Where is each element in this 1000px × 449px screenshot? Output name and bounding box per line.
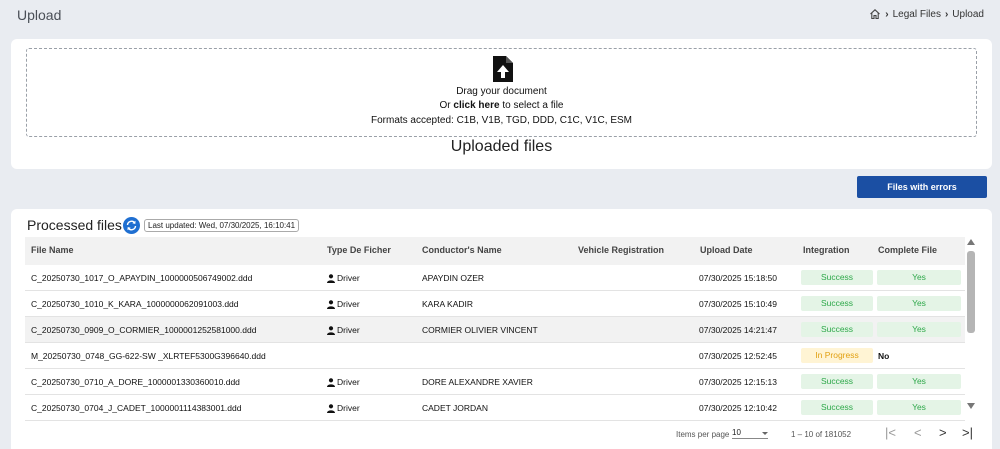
conductor-cell: KARA KADIR	[422, 299, 474, 309]
scrollbar-thumb[interactable]	[967, 251, 975, 333]
files-with-errors-button[interactable]: Files with errors	[857, 176, 987, 198]
table-row[interactable]: C_20250730_1010_K_KARA_1000000062091003.…	[25, 291, 965, 317]
conductor-cell: CADET JORDAN	[422, 403, 488, 413]
column-header-upload-date[interactable]: Upload Date	[700, 245, 753, 255]
user-icon	[327, 299, 335, 309]
table-header: File Name Type De Ficher Conductor's Nam…	[25, 237, 965, 265]
upload-date-cell: 07/30/2025 12:10:42	[699, 403, 777, 413]
table-row[interactable]: C_20250730_0710_A_DORE_1000001330360010.…	[25, 369, 965, 395]
column-header-type[interactable]: Type De Ficher	[327, 245, 391, 255]
user-icon	[327, 325, 335, 335]
home-icon[interactable]	[869, 8, 881, 20]
items-per-page-value: 10	[732, 428, 741, 437]
or-prefix: Or	[439, 100, 451, 111]
user-icon	[327, 403, 335, 413]
column-header-file-name[interactable]: File Name	[31, 245, 74, 255]
accepted-formats: Formats accepted: C1B, V1B, TGD, DDD, C1…	[370, 115, 632, 126]
table-row[interactable]: C_20250730_0909_O_CORMIER_10000012525810…	[25, 317, 965, 343]
refresh-icon[interactable]	[123, 217, 140, 234]
chevron-down-icon	[762, 432, 768, 435]
integration-status-badge: Success	[801, 296, 873, 311]
integration-status-badge: Success	[801, 270, 873, 285]
breadcrumb-separator: ›	[944, 8, 949, 20]
upload-date-cell: 07/30/2025 14:21:47	[699, 325, 777, 335]
file-dropzone[interactable]: Drag your document Or click here to sele…	[26, 48, 977, 137]
first-page-icon[interactable]: |<	[885, 425, 896, 440]
table-row[interactable]: C_20250730_0704_J_CADET_1000001114383001…	[25, 395, 965, 421]
type-label: Driver	[337, 299, 360, 309]
file-name-cell: C_20250730_0704_J_CADET_1000001114383001…	[31, 403, 242, 413]
page-range-label: 1 – 10 of 181052	[791, 430, 852, 439]
type-label: Driver	[337, 325, 360, 335]
file-name-cell: C_20250730_1017_O_APAYDIN_10000005067490…	[31, 273, 253, 283]
complete-file-badge: Yes	[877, 270, 961, 285]
integration-status-badge: Success	[801, 400, 873, 415]
page-title: Upload	[17, 7, 62, 23]
user-icon	[327, 273, 335, 283]
next-page-icon[interactable]: >	[939, 425, 947, 440]
last-page-icon[interactable]: >|	[962, 425, 973, 440]
type-label: Driver	[337, 273, 360, 283]
select-file-text: Or click here to select a file	[27, 100, 976, 111]
items-per-page-select[interactable]: 10	[732, 428, 768, 439]
paginator: Items per page 10 1 – 10 of 181052 |< < …	[671, 425, 981, 445]
integration-status-badge: Success	[801, 374, 873, 389]
file-name-cell: C_20250730_1010_K_KARA_1000000062091003.…	[31, 299, 239, 309]
column-header-integration[interactable]: Integration	[803, 245, 850, 255]
breadcrumb-item-legal-files[interactable]: Legal Files	[893, 9, 941, 20]
column-header-conductor[interactable]: Conductor's Name	[422, 245, 502, 255]
last-updated-badge: Last updated: Wed, 07/30/2025, 16:10:41	[144, 219, 300, 232]
file-name-cell: M_20250730_0748_GG-622-SW _XLRTEF5300G39…	[31, 351, 266, 361]
user-icon	[327, 377, 335, 387]
conductor-cell: DORE ALEXANDRE XAVIER	[422, 377, 533, 387]
table-row[interactable]: C_20250730_1017_O_APAYDIN_10000005067490…	[25, 265, 965, 291]
upload-date-cell: 07/30/2025 12:15:13	[699, 377, 777, 387]
type-cell: Driver	[327, 377, 360, 387]
upload-date-cell: 07/30/2025 12:52:45	[699, 351, 777, 361]
type-cell: Driver	[327, 273, 360, 283]
uploaded-files-title: Uploaded files	[450, 138, 553, 155]
integration-status-badge: In Progress	[801, 348, 873, 363]
complete-file-badge: Yes	[877, 374, 961, 389]
items-per-page-label: Items per page	[676, 430, 730, 439]
breadcrumb: › Legal Files › Upload	[869, 8, 984, 20]
previous-page-icon[interactable]: <	[914, 425, 922, 440]
type-cell: Driver	[327, 325, 360, 335]
complete-file-value: No	[878, 351, 890, 361]
click-here-link[interactable]: click here	[453, 100, 499, 111]
type-label: Driver	[337, 377, 360, 387]
breadcrumb-separator: ›	[885, 8, 889, 20]
file-name-cell: C_20250730_0710_A_DORE_1000001330360010.…	[31, 377, 240, 387]
conductor-cell: APAYDIN OZER	[422, 273, 485, 283]
column-header-vehicle[interactable]: Vehicle Registration	[578, 245, 664, 255]
file-upload-icon	[493, 56, 513, 82]
upload-date-cell: 07/30/2025 15:10:49	[699, 299, 777, 309]
table-row[interactable]: M_20250730_0748_GG-622-SW _XLRTEF5300G39…	[25, 343, 965, 369]
top-bar: Upload › Legal Files › Upload	[0, 0, 1000, 32]
conductor-cell: CORMIER OLIVIER VINCENT	[422, 325, 538, 335]
upload-card: Drag your document Or click here to sele…	[11, 39, 992, 169]
scroll-down-arrow-icon[interactable]	[967, 403, 975, 409]
breadcrumb-item-upload: Upload	[952, 8, 984, 20]
complete-file-badge: Yes	[877, 296, 961, 311]
drag-text: Drag your document	[456, 86, 547, 97]
scroll-up-arrow-icon[interactable]	[967, 239, 975, 245]
processed-files-title: Processed files	[27, 217, 122, 233]
complete-file-badge: Yes	[877, 400, 961, 415]
processed-files-card: Processed files Last updated: Wed, 07/30…	[11, 209, 992, 449]
type-cell: Driver	[327, 403, 360, 413]
upload-date-cell: 07/30/2025 15:18:50	[699, 273, 777, 283]
complete-file-badge: Yes	[877, 322, 961, 337]
file-name-cell: C_20250730_0909_O_CORMIER_10000012525810…	[31, 325, 257, 335]
column-header-complete-file[interactable]: Complete File	[878, 245, 937, 255]
table-scrollbar[interactable]	[966, 237, 976, 413]
integration-status-badge: Success	[801, 322, 873, 337]
select-suffix: to select a file	[502, 100, 564, 111]
type-label: Driver	[337, 403, 360, 413]
type-cell: Driver	[327, 299, 360, 309]
